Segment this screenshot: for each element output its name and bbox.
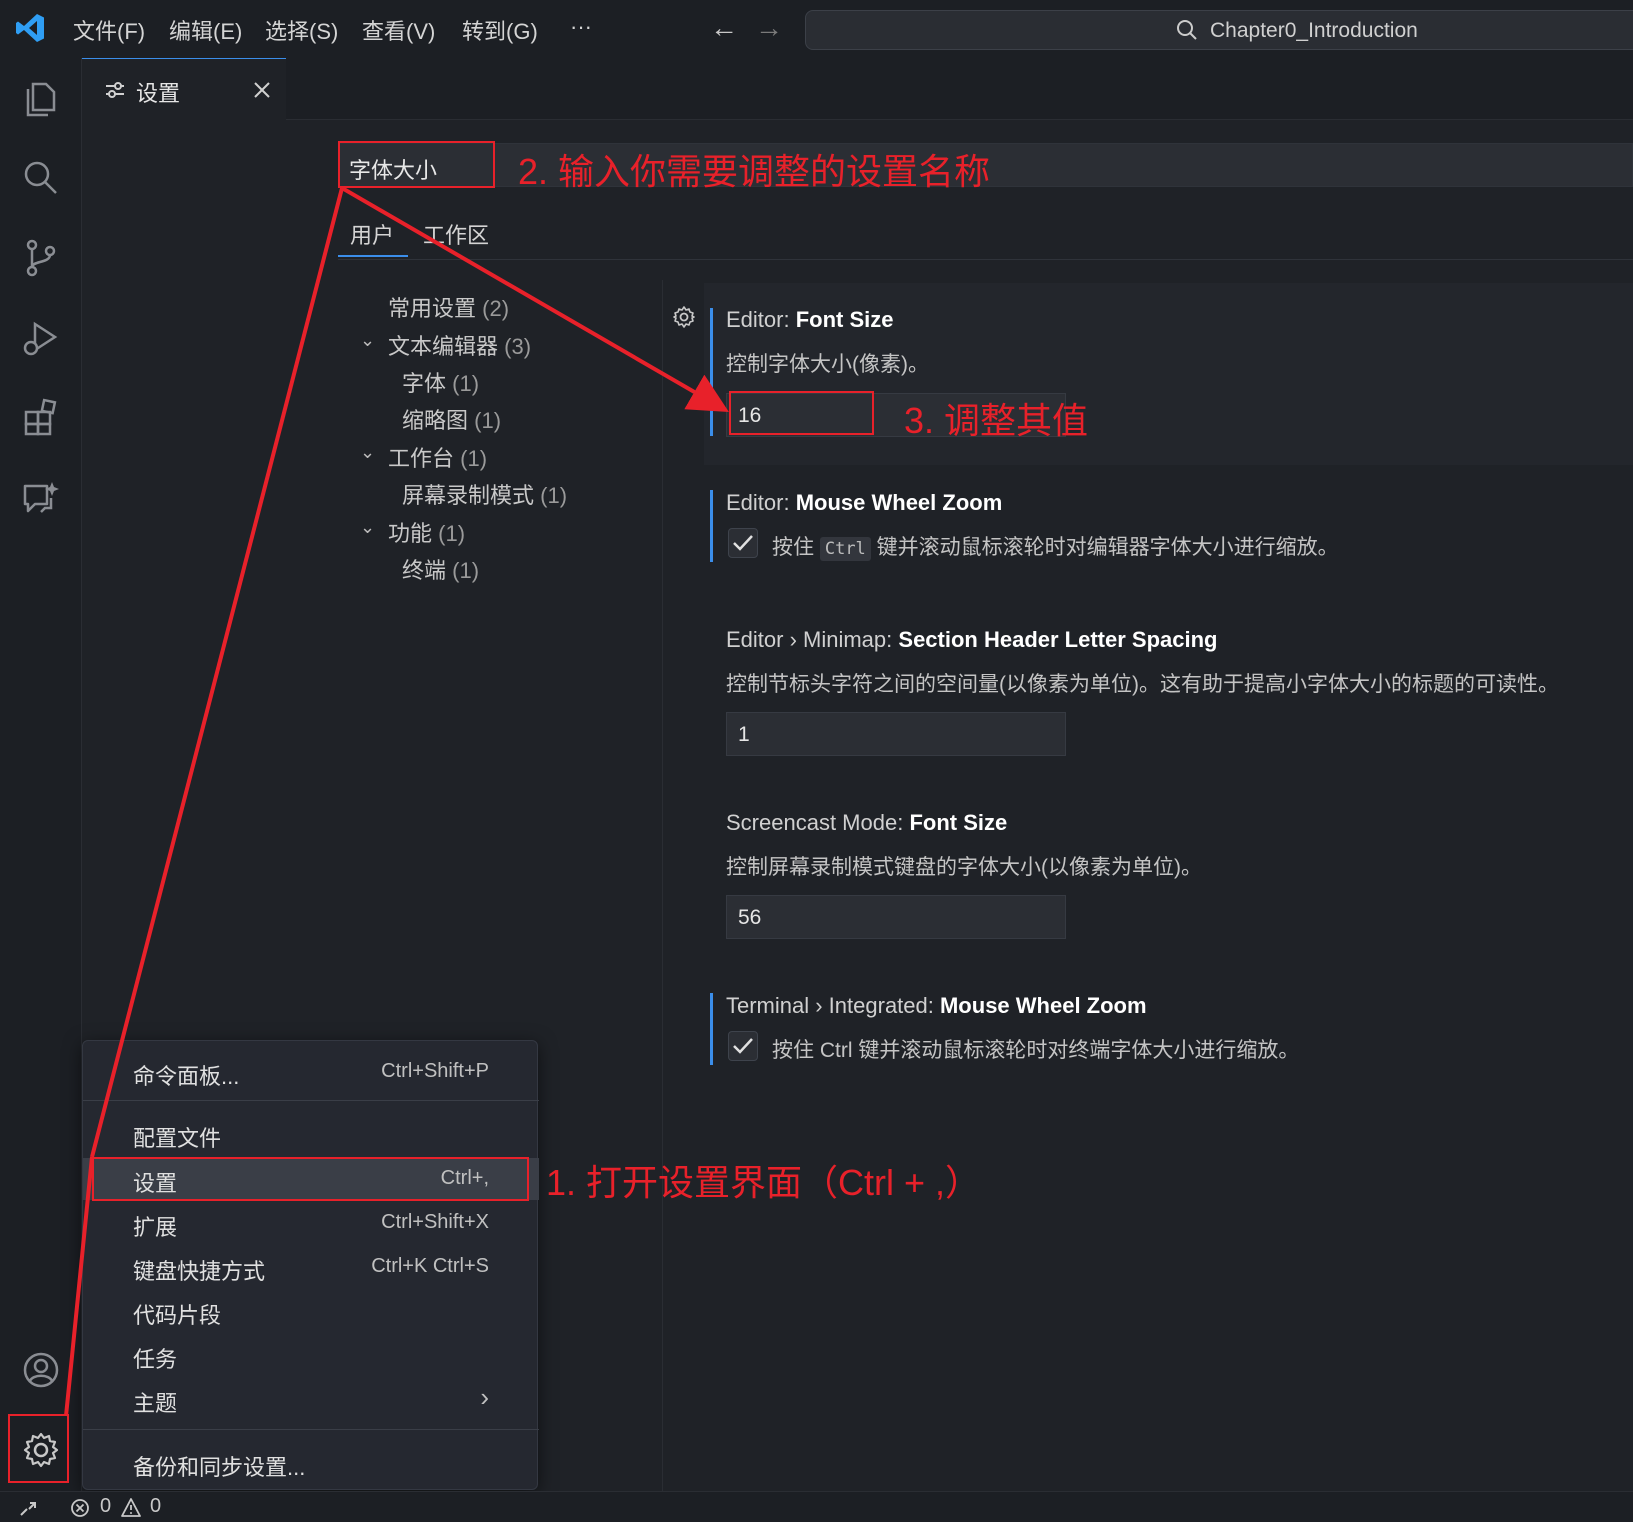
terminal-mouse-wheel-zoom-checkbox[interactable] bbox=[728, 1031, 758, 1061]
forward-arrow-icon[interactable]: → bbox=[755, 12, 783, 44]
tab-workspace-scope[interactable]: 工作区 bbox=[423, 218, 489, 250]
tab-user-scope[interactable]: 用户 bbox=[350, 218, 394, 250]
menu-separator bbox=[83, 1429, 539, 1430]
scope-divider bbox=[338, 259, 1633, 260]
toc-divider bbox=[662, 280, 663, 1491]
title-bar: 文件(F) 编辑(E) 选择(S) 查看(V) 转到(G) ··· ← → Ch… bbox=[0, 0, 1633, 58]
warning-count[interactable]: 0 bbox=[150, 1495, 161, 1518]
menu-edit[interactable]: 编辑(E) bbox=[169, 14, 242, 46]
toc-features[interactable]: 功能 (1) bbox=[388, 516, 465, 548]
setting-title-screencast-font-size: Screencast Mode: Font Size bbox=[726, 810, 1008, 835]
toc-commonly-used[interactable]: 常用设置 (2) bbox=[388, 291, 509, 323]
menu-keyboard-shortcuts[interactable]: 键盘快捷方式 Ctrl+K Ctrl+S bbox=[83, 1246, 539, 1288]
chevron-down-icon[interactable]: ⌄ bbox=[360, 442, 375, 463]
search-icon bbox=[1177, 20, 1197, 40]
status-bar: 0 0 bbox=[0, 1491, 1633, 1522]
vscode-logo-icon bbox=[16, 14, 44, 42]
toc-workbench[interactable]: 工作台 (1) bbox=[388, 441, 487, 473]
settings-sliders-icon bbox=[106, 82, 124, 98]
toc-font[interactable]: 字体 (1) bbox=[402, 366, 479, 398]
command-center-search[interactable]: Chapter0_Introduction bbox=[805, 10, 1633, 50]
warning-icon[interactable] bbox=[120, 1497, 142, 1518]
toc-terminal[interactable]: 终端 (1) bbox=[402, 553, 479, 585]
active-tab-indicator bbox=[338, 255, 408, 257]
close-icon[interactable] bbox=[252, 80, 272, 100]
setting-title-minimap-letter-spacing: Editor › Minimap: Section Header Letter … bbox=[726, 627, 1218, 652]
menu-snippets[interactable]: 代码片段 bbox=[83, 1290, 539, 1332]
menu-tasks[interactable]: 任务 bbox=[83, 1334, 539, 1376]
check-icon bbox=[733, 535, 753, 551]
setting-desc: 控制字体大小(像素)。 bbox=[726, 353, 929, 376]
setting-title-editor-font-size: Editor: Font Size bbox=[726, 307, 894, 332]
remote-icon[interactable] bbox=[18, 1498, 38, 1518]
minimap-letter-spacing-input[interactable]: 1 bbox=[726, 712, 1066, 756]
workspace-title: Chapter0_Introduction bbox=[1210, 19, 1418, 42]
menu-file[interactable]: 文件(F) bbox=[73, 14, 145, 46]
tab-settings[interactable]: 设置 bbox=[82, 58, 286, 120]
toc-text-editor[interactable]: 文本编辑器 (3) bbox=[388, 329, 531, 361]
setting-desc: 按住 Ctrl 键并滚动鼠标滚轮时对编辑器字体大小进行缩放。 bbox=[772, 536, 1339, 561]
menu-separator bbox=[83, 1100, 539, 1101]
annotation-box-value bbox=[729, 391, 874, 435]
modified-indicator-bar bbox=[710, 490, 713, 562]
editor-mouse-wheel-zoom-checkbox[interactable] bbox=[728, 528, 758, 558]
menu-extensions[interactable]: 扩展 Ctrl+Shift+X bbox=[83, 1202, 539, 1244]
setting-desc: 控制屏幕录制模式键盘的字体大小(以像素为单位)。 bbox=[726, 856, 1202, 879]
setting-title-terminal-mouse-wheel-zoom: Terminal › Integrated: Mouse Wheel Zoom bbox=[726, 993, 1147, 1018]
annotation-step2: 2. 输入你需要调整的设置名称 bbox=[518, 151, 991, 192]
error-count[interactable]: 0 bbox=[100, 1495, 111, 1518]
setting-desc: 控制节标头字符之间的空间量(以像素为单位)。这有助于提高小字体大小的标题的可读性… bbox=[726, 673, 1559, 696]
search-icon[interactable] bbox=[19, 156, 63, 200]
chevron-down-icon[interactable]: ⌄ bbox=[360, 517, 375, 538]
accounts-icon[interactable] bbox=[19, 1348, 63, 1392]
annotation-box-gear bbox=[8, 1414, 69, 1483]
annotation-line bbox=[90, 187, 344, 1158]
explorer-icon[interactable] bbox=[19, 76, 63, 120]
setting-desc: 按住 Ctrl 键并滚动鼠标滚轮时对终端字体大小进行缩放。 bbox=[772, 1039, 1300, 1062]
menu-themes[interactable]: 主题 › bbox=[83, 1378, 539, 1420]
check-icon bbox=[733, 1038, 753, 1054]
menu-profiles[interactable]: 配置文件 bbox=[83, 1113, 539, 1155]
menu-command-palette[interactable]: 命令面板... Ctrl+Shift+P bbox=[83, 1051, 539, 1093]
run-debug-icon[interactable] bbox=[19, 316, 63, 360]
back-arrow-icon[interactable]: ← bbox=[710, 12, 738, 44]
extensions-icon[interactable] bbox=[19, 396, 63, 440]
annotation-box-settings-menu bbox=[92, 1157, 529, 1201]
error-icon[interactable] bbox=[70, 1498, 90, 1518]
menu-backup-sync[interactable]: 备份和同步设置... bbox=[83, 1442, 539, 1484]
annotation-box-search bbox=[338, 141, 495, 188]
menu-view[interactable]: 查看(V) bbox=[362, 14, 435, 46]
editor-tab-bar: 设置 bbox=[82, 58, 1633, 120]
modified-indicator-bar bbox=[710, 308, 713, 436]
modified-indicator-bar bbox=[710, 993, 713, 1065]
activity-bar bbox=[0, 58, 82, 1491]
toc-minimap[interactable]: 缩略图 (1) bbox=[402, 403, 501, 435]
chat-icon[interactable] bbox=[19, 476, 63, 520]
setting-gear-icon[interactable] bbox=[672, 305, 696, 329]
menu-more[interactable]: ··· bbox=[570, 14, 592, 40]
manage-context-menu: 命令面板... Ctrl+Shift+P 配置文件 设置 Ctrl+, 扩展 Ctrl… bbox=[82, 1040, 539, 1490]
screencast-font-size-input[interactable]: 56 bbox=[726, 895, 1066, 939]
menu-go[interactable]: 转到(G) bbox=[462, 14, 538, 46]
annotation-step3: 3. 调整其值 bbox=[904, 400, 1089, 441]
toc-screencast-mode[interactable]: 屏幕录制模式 (1) bbox=[402, 478, 567, 510]
source-control-icon[interactable] bbox=[19, 236, 63, 280]
setting-title-editor-mouse-wheel-zoom: Editor: Mouse Wheel Zoom bbox=[726, 490, 1003, 515]
menu-selection[interactable]: 选择(S) bbox=[265, 14, 338, 46]
annotation-step1: 1. 打开设置界面（Ctrl + ,） bbox=[546, 1162, 982, 1203]
chevron-right-icon: › bbox=[480, 1382, 489, 1412]
chevron-down-icon[interactable]: ⌄ bbox=[360, 330, 375, 351]
tab-label: 设置 bbox=[136, 81, 181, 106]
